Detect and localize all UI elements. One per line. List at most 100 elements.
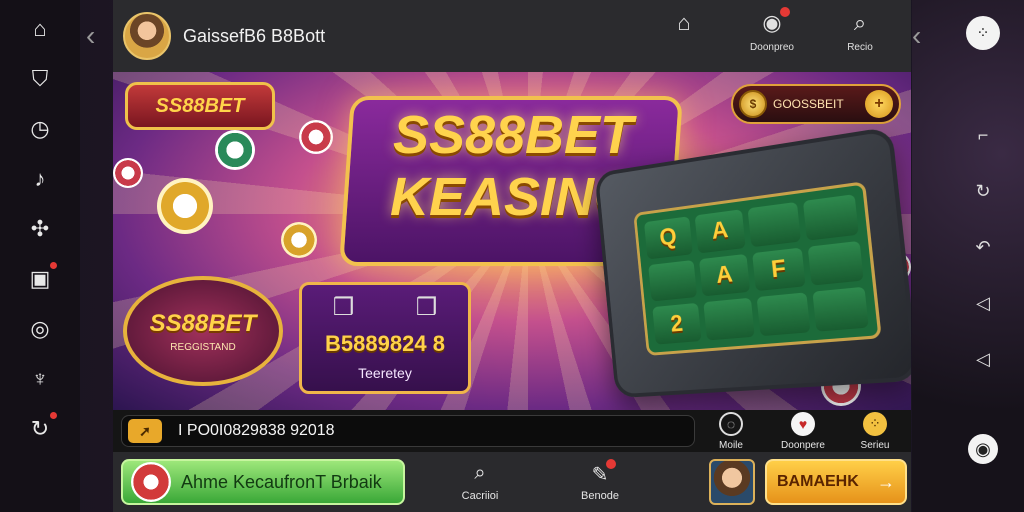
promo-card-number: B5889824 8 [325, 331, 445, 357]
record-icon[interactable]: ◉ [968, 434, 998, 464]
notifications-button[interactable]: ◉ Doonpreo [741, 10, 803, 53]
chat-icon: ⌕ [474, 462, 485, 486]
poker-chip [299, 120, 333, 154]
chat-button[interactable]: ◌ Moile [701, 412, 761, 451]
slot-reels: Q A A F 2 [633, 181, 882, 356]
notifications-icon: ◉ [762, 10, 781, 36]
home-icon[interactable]: ⌂ [25, 14, 55, 44]
bottom-bar: Ahme KecaufronT Brbaik ⌕ Cacriioi ✎ Beno… [113, 452, 911, 512]
poker-chip-icon [131, 462, 171, 502]
edit-icon: ✎ [592, 462, 609, 486]
poker-chip [215, 130, 255, 170]
bottle-icon: ❒ [416, 293, 438, 322]
nav-chat[interactable]: ⌕ Cacriioi [435, 462, 525, 502]
reel-symbol: F [752, 247, 806, 291]
reel-symbol: A [695, 209, 746, 253]
chat-icon: ◌ [719, 412, 743, 436]
poker-chip [281, 222, 317, 258]
secondary-cta-button[interactable]: BAMAEHK → [765, 459, 907, 505]
coin-balance-text: GOOSSBEIT [773, 97, 859, 111]
strip-actions: ◌ Moile ♥ Doonpere ⁘ Serieu [701, 412, 905, 451]
notification-dot [50, 262, 57, 269]
app-root: ⌂ ⛉ ◷ ♪ ✣ ▣ ◎ ♆ ↻ ‹ GaissefB6 B8Bott ⌂ ◉… [0, 0, 1024, 512]
promo-card-label: Teeretey [358, 365, 412, 381]
shield-icon[interactable]: ⛉ [25, 64, 55, 94]
info-strip: ➚ I PO0I0829838 92018 ◌ Moile ♥ Doonpere… [113, 410, 911, 452]
settings-label: Serieu [861, 440, 890, 451]
top-actions: ⌂ ◉ Doonpreo ⌕ Recio [653, 10, 891, 53]
poker-chip [157, 178, 213, 234]
poker-chip [113, 158, 143, 188]
check-circle-icon[interactable]: ◎ [25, 314, 55, 344]
arrow-icon: ➚ [128, 419, 162, 443]
promo-card[interactable]: ❒ ❒ B5889824 8 Teeretey [299, 282, 471, 394]
tooth-icon[interactable]: ♆ [25, 364, 55, 394]
notifications-label: Doonpreo [750, 42, 794, 53]
reel-symbol [803, 194, 859, 240]
ticker-text: I PO0I0829838 92018 [178, 422, 335, 440]
reel-symbol: 2 [652, 303, 701, 344]
secondary-cta-label: BAMAEHK [777, 473, 859, 491]
left-rail: ⌂ ⛉ ◷ ♪ ✣ ▣ ◎ ♆ ↻ [0, 0, 80, 512]
nav-edit[interactable]: ✎ Benode [555, 462, 645, 502]
reel-symbol [703, 298, 754, 340]
primary-cta-button[interactable]: Ahme KecaufronT Brbaik [121, 459, 405, 505]
home-icon: ⌂ [677, 10, 690, 36]
bottle-icon: ❒ [333, 293, 355, 322]
promo-icons: ❒ ❒ [302, 293, 468, 322]
back-triangle-icon[interactable]: ◁ [968, 344, 998, 374]
coin-balance-pill[interactable]: $ GOOSSBEIT + [731, 84, 901, 124]
back-chevron-icon[interactable]: ‹ [912, 20, 921, 52]
reel-symbol [648, 260, 697, 302]
notification-badge [780, 7, 790, 17]
app-title: GaissefB6 B8Bott [183, 26, 325, 47]
slot-machine[interactable]: Q A A F 2 [594, 126, 911, 398]
chat-label: Moile [719, 440, 743, 451]
promo-badge-subtitle: REGGISTAND [170, 342, 235, 353]
hero-banner[interactable]: SS88BET SS88BET KEASINO $ GOOSSBEIT + Q … [113, 72, 911, 410]
reel-symbol: A [699, 254, 750, 297]
puzzle-icon[interactable]: ✣ [25, 214, 55, 244]
corner-icon[interactable]: ⌐ [968, 120, 998, 150]
reel-symbol [748, 202, 801, 247]
settings-icon: ⁘ [863, 412, 887, 436]
back-chevron-icon[interactable]: ‹ [86, 20, 95, 52]
notification-dot [50, 412, 57, 419]
top-app-bar: GaissefB6 B8Bott ⌂ ◉ Doonpreo ⌕ Recio [113, 0, 911, 72]
gift-label: Doonpere [781, 440, 825, 451]
reel-symbol: Q [644, 216, 693, 259]
gift-button[interactable]: ♥ Doonpere [773, 412, 833, 451]
search-label: Recio [847, 42, 873, 53]
search-button[interactable]: ⌕ Recio [829, 10, 891, 53]
promo-badge-title: SS88BET [150, 310, 257, 338]
nav-chat-label: Cacriioi [462, 490, 499, 502]
notification-badge [606, 459, 616, 469]
gift-icon: ♥ [791, 412, 815, 436]
rotate-icon[interactable]: ↻ [968, 176, 998, 206]
camera-icon[interactable]: ▣ [25, 264, 55, 294]
reel-symbol [812, 287, 868, 332]
ticker[interactable]: ➚ I PO0I0829838 92018 [121, 415, 695, 447]
reel-symbol [808, 241, 864, 286]
home-button[interactable]: ⌂ [653, 10, 715, 42]
coin-icon: $ [739, 90, 767, 118]
right-rail: ⁘ ⌐ ↻ ↶ ◁ ◁ ◉ [912, 0, 1024, 512]
hero-title-line1: SS88BET [353, 108, 673, 162]
settings-button[interactable]: ⁘ Serieu [845, 412, 905, 451]
arrow-right-icon: → [877, 472, 895, 493]
search-icon: ⌕ [854, 10, 866, 36]
refresh-icon[interactable]: ↻ [25, 414, 55, 444]
prev-icon[interactable]: ◁ [968, 288, 998, 318]
reel-symbol [757, 293, 811, 337]
timer-icon[interactable]: ◷ [25, 114, 55, 144]
profile-avatar[interactable] [709, 459, 755, 505]
avatar[interactable] [123, 12, 171, 60]
add-coins-button[interactable]: + [865, 90, 893, 118]
promo-badge[interactable]: SS88BET REGGISTAND [123, 276, 283, 386]
music-icon[interactable]: ♪ [25, 164, 55, 194]
primary-cta-label: Ahme KecaufronT Brbaik [181, 472, 382, 493]
nav-edit-label: Benode [581, 490, 619, 502]
brand-logo: SS88BET [125, 82, 275, 130]
undo-icon[interactable]: ↶ [968, 232, 998, 262]
menu-dots-icon[interactable]: ⁘ [966, 16, 1000, 50]
